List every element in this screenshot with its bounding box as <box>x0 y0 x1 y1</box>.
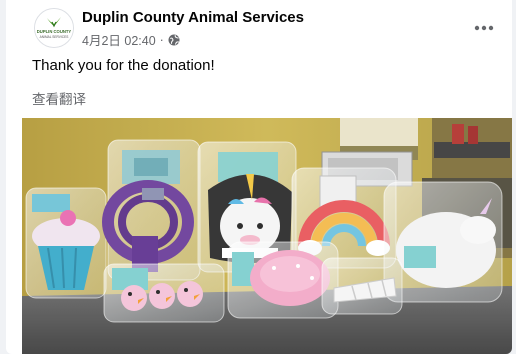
post-options-button[interactable] <box>468 12 500 44</box>
post-header: DUPLIN COUNTY ANIMAL SERVICES Duplin Cou… <box>6 0 512 56</box>
logo-text: DUPLIN COUNTY <box>37 29 72 34</box>
post-timestamp[interactable]: 4月2日 02:40 <box>82 30 156 49</box>
donation-photo-illustration <box>22 118 512 354</box>
post-photo[interactable] <box>22 118 512 354</box>
page-avatar[interactable]: DUPLIN COUNTY ANIMAL SERVICES <box>34 8 74 48</box>
page-logo: DUPLIN COUNTY ANIMAL SERVICES <box>35 9 73 47</box>
post-meta: 4月2日 02:40 · <box>82 30 180 49</box>
post-message: Thank you for the donation! <box>32 57 215 74</box>
see-translation-link[interactable]: 查看翻译 <box>32 88 86 108</box>
meta-separator: · <box>159 32 164 47</box>
more-horizontal-icon <box>474 25 494 31</box>
page-name-link[interactable]: Duplin County Animal Services <box>82 9 304 26</box>
globe-icon[interactable] <box>168 34 180 46</box>
logo-subtext: ANIMAL SERVICES <box>40 35 69 39</box>
post-card: DUPLIN COUNTY ANIMAL SERVICES Duplin Cou… <box>6 0 512 354</box>
